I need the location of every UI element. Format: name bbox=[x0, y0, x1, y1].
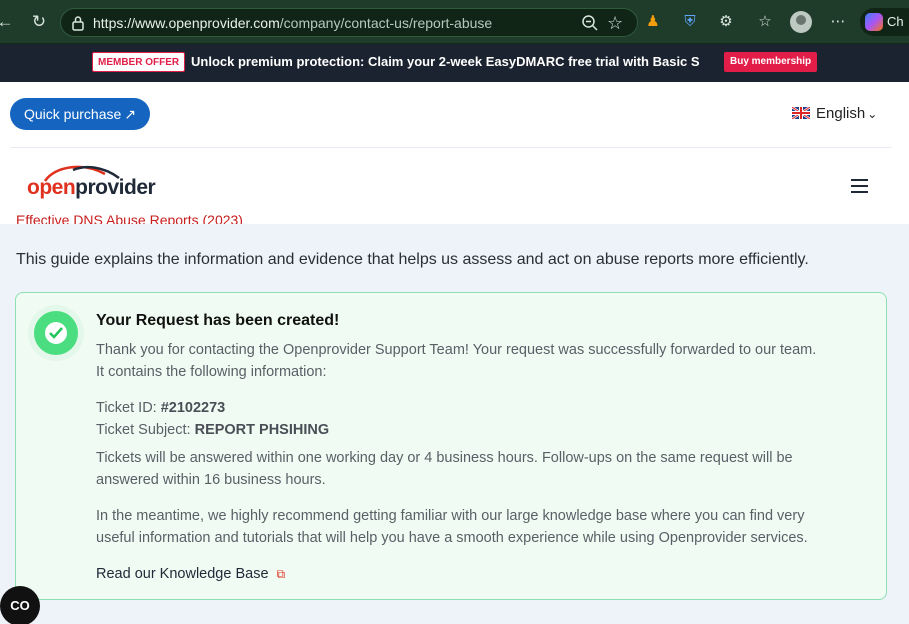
member-offer-badge: MEMBER OFFER bbox=[92, 52, 186, 72]
copilot-icon bbox=[865, 13, 883, 31]
request-created-card: Your Request has been created! Thank you… bbox=[15, 292, 887, 600]
promo-banner: MEMBER OFFER Unlock premium protection: … bbox=[0, 44, 909, 82]
extension-person-icon[interactable]: ♟ bbox=[643, 12, 663, 32]
ticket-id: Ticket ID: #2102273 bbox=[96, 400, 226, 416]
zoom-out-icon[interactable] bbox=[581, 14, 599, 32]
intro-paragraph: Thank you for contacting the Openprovide… bbox=[96, 342, 817, 380]
cookie-consent-button[interactable]: CO bbox=[0, 586, 40, 624]
favorite-star-icon[interactable]: ☆ bbox=[607, 13, 627, 33]
guide-text: This guide explains the information and … bbox=[16, 251, 809, 268]
shield-extension-icon[interactable]: ⛨ bbox=[680, 12, 700, 32]
logo-provider-text: provider bbox=[75, 176, 156, 199]
language-selector[interactable]: English ⌄ bbox=[792, 105, 877, 123]
quick-purchase-button[interactable]: Quick purchase ↗ bbox=[10, 98, 150, 130]
knowledge-base-paragraph: In the meantime, we highly recommend get… bbox=[96, 508, 808, 546]
external-link-icon: ⧉ bbox=[276, 567, 286, 581]
chevron-down-icon: ⌄ bbox=[867, 107, 878, 121]
copilot-button[interactable]: Ch bbox=[860, 8, 909, 36]
hamburger-menu-icon[interactable] bbox=[851, 179, 868, 193]
header-divider bbox=[10, 147, 892, 148]
ticket-details: Ticket ID: #2102273 Ticket Subject: REPO… bbox=[96, 397, 876, 441]
arrow-up-right-icon: ↗ bbox=[124, 106, 136, 122]
dns-abuse-report-link[interactable]: Effective DNS Abuse Reports (2023) bbox=[16, 212, 243, 224]
logo-open-text: open bbox=[27, 176, 76, 199]
puzzle-extensions-icon[interactable]: ⚙ bbox=[716, 12, 736, 32]
quick-purchase-label: Quick purchase bbox=[24, 106, 122, 122]
lock-icon bbox=[72, 16, 84, 31]
check-circle-icon bbox=[34, 311, 78, 355]
knowledge-base-link[interactable]: Read our Knowledge Base ⧉ bbox=[96, 566, 285, 582]
ticket-subject: Ticket Subject: REPORT PHSIHING bbox=[96, 422, 330, 438]
browser-toolbar: ← ↻ https://www.openprovider.com/company… bbox=[0, 0, 909, 44]
promo-message: Unlock premium protection: Claim your 2-… bbox=[191, 54, 700, 69]
sla-paragraph: Tickets will be answered within one work… bbox=[96, 450, 793, 488]
favorites-icon[interactable]: ☆ bbox=[755, 12, 775, 32]
site-header: Quick purchase ↗ English ⌄ openprovider bbox=[0, 82, 909, 224]
copilot-label: Ch bbox=[887, 14, 904, 29]
profile-avatar[interactable] bbox=[790, 11, 812, 33]
buy-membership-button[interactable]: Buy membership bbox=[724, 52, 818, 72]
back-icon[interactable]: ← bbox=[0, 11, 16, 33]
card-title: Your Request has been created! bbox=[96, 312, 340, 329]
address-bar[interactable]: https://www.openprovider.com/company/con… bbox=[60, 8, 638, 37]
more-menu-icon[interactable]: ⋯ bbox=[828, 12, 848, 32]
refresh-icon[interactable]: ↻ bbox=[28, 11, 50, 33]
language-label: English bbox=[816, 105, 866, 122]
uk-flag-icon bbox=[792, 107, 810, 119]
knowledge-base-link-label: Read our Knowledge Base bbox=[96, 566, 269, 582]
url-text: https://www.openprovider.com/company/con… bbox=[93, 15, 493, 31]
openprovider-logo[interactable]: openprovider bbox=[27, 164, 157, 200]
